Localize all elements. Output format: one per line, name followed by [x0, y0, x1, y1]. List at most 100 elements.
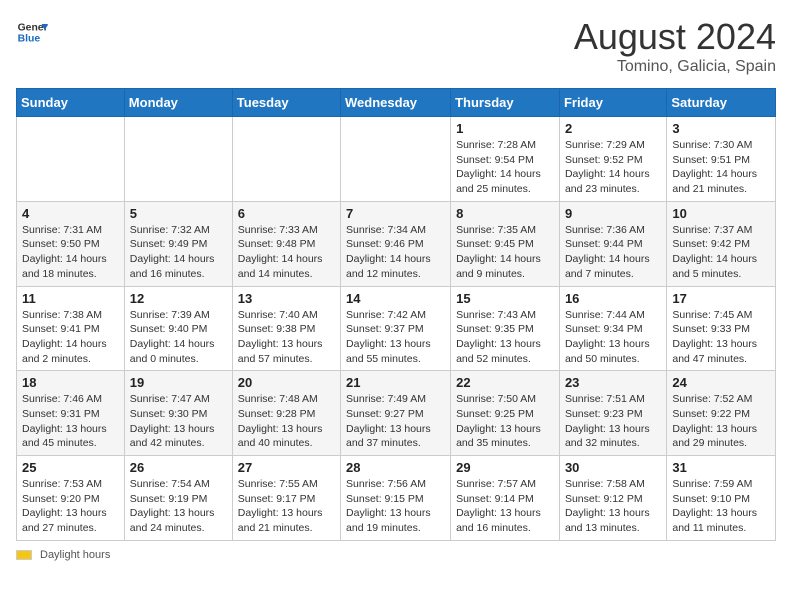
calendar-cell: 23Sunrise: 7:51 AMSunset: 9:23 PMDayligh… [559, 371, 666, 456]
footer: Daylight hours [16, 549, 776, 561]
day-number: 11 [22, 291, 119, 306]
day-info: Sunrise: 7:45 AMSunset: 9:33 PMDaylight:… [672, 308, 770, 367]
calendar-cell: 29 Sunrise: 7:57 AMSunset: 9:14 PMDayligh… [451, 456, 560, 541]
calendar-body: 1 Sunrise: 7:28 AMSunset: 9:54 PMDaylight… [17, 117, 776, 541]
calendar-table: SundayMondayTuesdayWednesdayThursdayFrid… [16, 88, 776, 541]
month-year: August 2024 [574, 16, 776, 58]
daylight-bar-icon [16, 550, 32, 560]
day-of-week-header: Tuesday [232, 89, 340, 117]
svg-text:Blue: Blue [18, 34, 41, 45]
calendar-cell [17, 117, 125, 202]
calendar-cell: 11Sunrise: 7:38 AMSunset: 9:41 PMDayligh… [17, 286, 125, 371]
calendar-cell: 14 Sunrise: 7:42 AMSunset: 9:37 PMDayligh… [341, 286, 451, 371]
calendar-cell: 10Sunrise: 7:37 AMSunset: 9:42 PMDayligh… [667, 201, 776, 286]
calendar-cell: 15 Sunrise: 7:43 AMSunset: 9:35 PMDayligh… [451, 286, 560, 371]
calendar-cell: 3Sunrise: 7:30 AMSunset: 9:51 PMDaylight… [667, 117, 776, 202]
day-of-week-header: Thursday [451, 89, 560, 117]
day-info: Sunrise: 7:54 AMSunset: 9:19 PMDaylight:… [130, 477, 227, 536]
calendar-cell [232, 117, 340, 202]
day-info: Sunrise: 7:39 AMSunset: 9:40 PMDaylight:… [130, 308, 227, 367]
calendar-cell: 1 Sunrise: 7:28 AMSunset: 9:54 PMDaylight… [451, 117, 560, 202]
day-info: Sunrise: 7:40 AMSunset: 9:38 PMDaylight:… [238, 308, 335, 367]
day-number: 18 [22, 375, 119, 390]
calendar-cell: 8Sunrise: 7:35 AMSunset: 9:45 PMDaylight… [451, 201, 560, 286]
day-number: 24 [672, 375, 770, 390]
day-of-week-header: Wednesday [341, 89, 451, 117]
calendar-cell: 6Sunrise: 7:33 AMSunset: 9:48 PMDaylight… [232, 201, 340, 286]
day-number: 14 [346, 291, 445, 306]
day-number: 15 [456, 291, 554, 306]
day-number: 31 [672, 460, 770, 475]
calendar-cell: 28Sunrise: 7:56 AMSunset: 9:15 PMDayligh… [341, 456, 451, 541]
calendar-week-row: 25 Sunrise: 7:53 AMSunset: 9:20 PMDayligh… [17, 456, 776, 541]
logo: General Blue [16, 16, 48, 48]
day-number: 6 [238, 206, 335, 221]
day-number: 2 [565, 121, 661, 136]
day-of-week-header: Monday [124, 89, 232, 117]
calendar-cell: 7 Sunrise: 7:34 AMSunset: 9:46 PMDaylight… [341, 201, 451, 286]
day-number: 27 [238, 460, 335, 475]
calendar-cell: 16 Sunrise: 7:44 AMSunset: 9:34 PMDayligh… [559, 286, 666, 371]
day-info: Sunrise: 7:31 AMSunset: 9:50 PMDaylight:… [22, 223, 119, 282]
location: Tomino, Galicia, Spain [574, 58, 776, 76]
calendar-cell: 4Sunrise: 7:31 AMSunset: 9:50 PMDaylight… [17, 201, 125, 286]
day-info: Sunrise: 7:53 AMSunset: 9:20 PMDaylight:… [22, 477, 119, 536]
daylight-label: Daylight hours [40, 549, 110, 561]
logo-icon: General Blue [16, 16, 48, 48]
day-info: Sunrise: 7:51 AMSunset: 9:23 PMDaylight:… [565, 392, 661, 451]
calendar-week-row: 1 Sunrise: 7:28 AMSunset: 9:54 PMDaylight… [17, 117, 776, 202]
day-number: 29 [456, 460, 554, 475]
day-info: Sunrise: 7:59 AMSunset: 9:10 PMDaylight:… [672, 477, 770, 536]
day-of-week-header: Friday [559, 89, 666, 117]
day-number: 20 [238, 375, 335, 390]
calendar-cell: 12Sunrise: 7:39 AMSunset: 9:40 PMDayligh… [124, 286, 232, 371]
day-number: 21 [346, 375, 445, 390]
calendar-cell: 5 Sunrise: 7:32 AMSunset: 9:49 PMDaylight… [124, 201, 232, 286]
calendar-cell: 31 Sunrise: 7:59 AMSunset: 9:10 PMDayligh… [667, 456, 776, 541]
day-info: Sunrise: 7:46 AMSunset: 9:31 PMDaylight:… [22, 392, 119, 451]
calendar-cell: 25 Sunrise: 7:53 AMSunset: 9:20 PMDayligh… [17, 456, 125, 541]
day-info: Sunrise: 7:32 AMSunset: 9:49 PMDaylight:… [130, 223, 227, 282]
day-info: Sunrise: 7:44 AMSunset: 9:34 PMDaylight:… [565, 308, 661, 367]
calendar-week-row: 11Sunrise: 7:38 AMSunset: 9:41 PMDayligh… [17, 286, 776, 371]
day-info: Sunrise: 7:55 AMSunset: 9:17 PMDaylight:… [238, 477, 335, 536]
day-info: Sunrise: 7:56 AMSunset: 9:15 PMDaylight:… [346, 477, 445, 536]
calendar-cell: 2 Sunrise: 7:29 AMSunset: 9:52 PMDaylight… [559, 117, 666, 202]
calendar-cell: 22 Sunrise: 7:50 AMSunset: 9:25 PMDayligh… [451, 371, 560, 456]
day-info: Sunrise: 7:43 AMSunset: 9:35 PMDaylight:… [456, 308, 554, 367]
day-number: 9 [565, 206, 661, 221]
calendar-cell: 9 Sunrise: 7:36 AMSunset: 9:44 PMDaylight… [559, 201, 666, 286]
day-number: 1 [456, 121, 554, 136]
calendar-cell [341, 117, 451, 202]
day-info: Sunrise: 7:50 AMSunset: 9:25 PMDaylight:… [456, 392, 554, 451]
day-number: 22 [456, 375, 554, 390]
day-number: 17 [672, 291, 770, 306]
page-header: General Blue August 2024 Tomino, Galicia… [16, 16, 776, 76]
day-info: Sunrise: 7:29 AMSunset: 9:52 PMDaylight:… [565, 138, 661, 197]
day-of-week-header: Sunday [17, 89, 125, 117]
day-of-week-header: Saturday [667, 89, 776, 117]
day-number: 25 [22, 460, 119, 475]
calendar-week-row: 18 Sunrise: 7:46 AMSunset: 9:31 PMDayligh… [17, 371, 776, 456]
day-number: 7 [346, 206, 445, 221]
day-info: Sunrise: 7:34 AMSunset: 9:46 PMDaylight:… [346, 223, 445, 282]
calendar-cell: 24 Sunrise: 7:52 AMSunset: 9:22 PMDayligh… [667, 371, 776, 456]
day-info: Sunrise: 7:28 AMSunset: 9:54 PMDaylight:… [456, 138, 554, 197]
day-info: Sunrise: 7:52 AMSunset: 9:22 PMDaylight:… [672, 392, 770, 451]
day-info: Sunrise: 7:42 AMSunset: 9:37 PMDaylight:… [346, 308, 445, 367]
day-number: 16 [565, 291, 661, 306]
calendar-cell: 26Sunrise: 7:54 AMSunset: 9:19 PMDayligh… [124, 456, 232, 541]
day-info: Sunrise: 7:58 AMSunset: 9:12 PMDaylight:… [565, 477, 661, 536]
day-info: Sunrise: 7:30 AMSunset: 9:51 PMDaylight:… [672, 138, 770, 197]
calendar-cell: 27 Sunrise: 7:55 AMSunset: 9:17 PMDayligh… [232, 456, 340, 541]
day-number: 13 [238, 291, 335, 306]
day-info: Sunrise: 7:36 AMSunset: 9:44 PMDaylight:… [565, 223, 661, 282]
calendar-week-row: 4Sunrise: 7:31 AMSunset: 9:50 PMDaylight… [17, 201, 776, 286]
day-number: 5 [130, 206, 227, 221]
day-info: Sunrise: 7:47 AMSunset: 9:30 PMDaylight:… [130, 392, 227, 451]
day-info: Sunrise: 7:57 AMSunset: 9:14 PMDaylight:… [456, 477, 554, 536]
calendar-cell: 21Sunrise: 7:49 AMSunset: 9:27 PMDayligh… [341, 371, 451, 456]
day-number: 30 [565, 460, 661, 475]
calendar-cell: 18 Sunrise: 7:46 AMSunset: 9:31 PMDayligh… [17, 371, 125, 456]
day-number: 8 [456, 206, 554, 221]
